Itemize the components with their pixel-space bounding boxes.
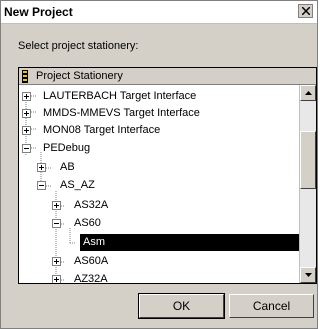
tree-item-label: AZ32A — [74, 273, 108, 284]
tree-item-label: AS60 — [74, 217, 101, 229]
window-title: New Project — [4, 5, 73, 19]
tree-item-label: AS_AZ — [60, 179, 95, 191]
arrow-down-icon — [305, 273, 312, 277]
tree-item-as60a[interactable]: AS60A — [19, 253, 300, 270]
collapse-icon — [37, 181, 46, 190]
tree-item-label: PEDebug — [43, 142, 91, 154]
tree-item-az32a[interactable]: AZ32A — [19, 271, 300, 284]
ok-button[interactable]: OK — [138, 293, 225, 319]
expand-icon — [22, 126, 31, 135]
tree-item-mon08[interactable]: MON08 Target Interface — [19, 122, 300, 139]
title-bar: New Project — [1, 1, 317, 24]
tree-item-label: AS60A — [74, 255, 109, 267]
tree-scrollbar[interactable] — [299, 85, 316, 283]
tree-item-asm[interactable]: Asm — [19, 234, 302, 251]
close-button[interactable] — [298, 4, 313, 18]
tree-item-label: AS32A — [74, 199, 109, 211]
expand-icon — [22, 109, 31, 118]
expand-icon — [37, 163, 46, 172]
scroll-thumb[interactable] — [300, 131, 316, 189]
expand-icon — [22, 92, 31, 101]
scroll-up-button[interactable] — [300, 85, 316, 101]
tree-item-label: LAUTERBACH Target Interface — [43, 90, 197, 102]
tree-item-mmds-mmevs[interactable]: MMDS-MMEVS Target Interface — [19, 105, 300, 122]
arrow-up-icon — [305, 91, 312, 95]
stationery-prompt: Select project stationery: — [18, 40, 139, 52]
tree-item-label: MMDS-MMEVS Target Interface — [43, 107, 200, 119]
cancel-button[interactable]: Cancel — [229, 294, 314, 318]
close-icon — [302, 7, 310, 15]
expand-icon — [52, 257, 61, 266]
stationery-tree[interactable]: Project Stationery LAUTERBACH Target Int… — [18, 67, 317, 284]
expand-icon — [52, 201, 61, 210]
new-project-dialog: New Project Select project stationery: P… — [0, 0, 318, 329]
tree-item-pedebug[interactable]: PEDebug — [19, 140, 300, 157]
scroll-down-button[interactable] — [300, 267, 316, 283]
collapse-icon — [52, 219, 61, 228]
tree-item-ab[interactable]: AB — [19, 159, 300, 176]
expand-icon — [52, 275, 61, 283]
collapse-icon — [22, 144, 31, 153]
tree-item-label-selected: Asm — [80, 234, 302, 251]
tree-item-as60[interactable]: AS60 — [19, 215, 300, 232]
tree-item-as32a[interactable]: AS32A — [19, 197, 300, 214]
tree-item-lauterbach[interactable]: LAUTERBACH Target Interface — [19, 88, 300, 105]
tree-item-label: AB — [60, 161, 75, 173]
tree-item-as-az[interactable]: AS_AZ — [19, 177, 300, 194]
tree-item-label: MON08 Target Interface — [43, 124, 161, 136]
